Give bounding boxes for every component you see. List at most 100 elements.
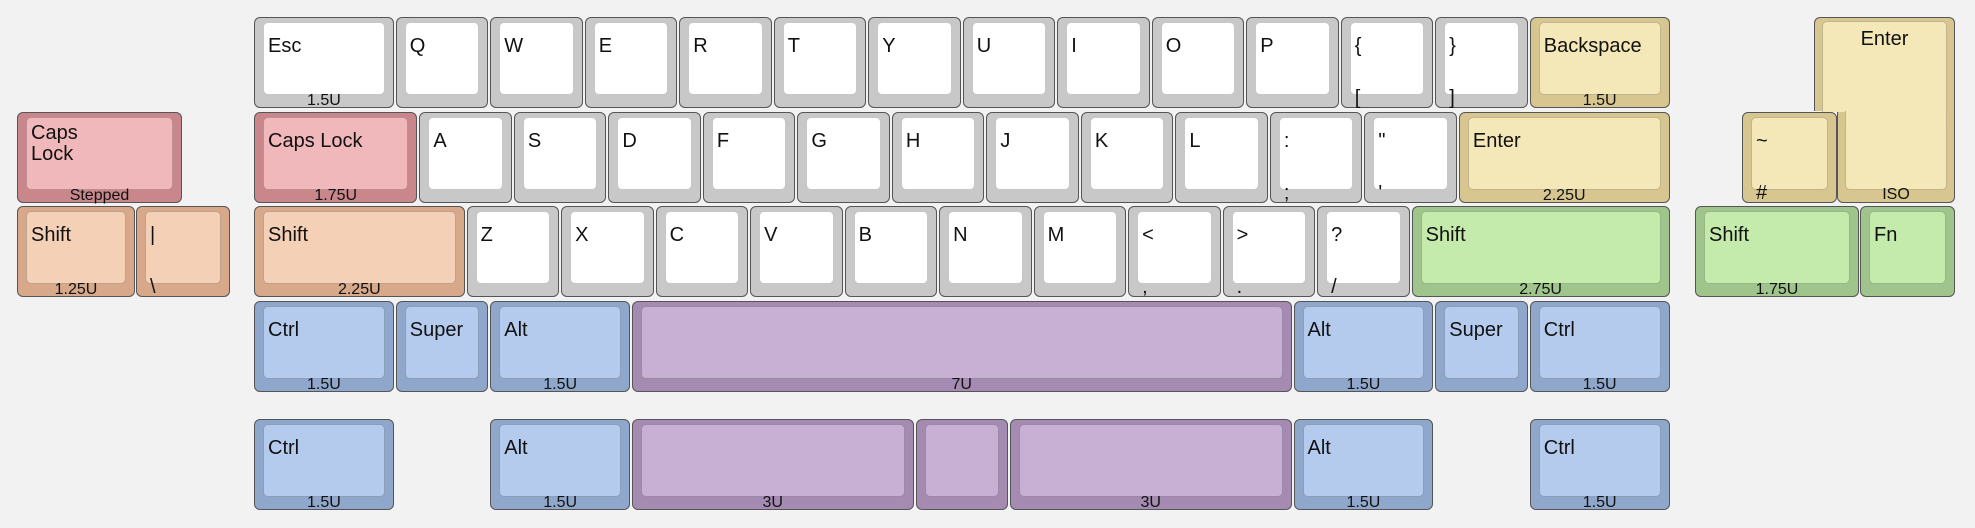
keycap-top <box>1349 22 1425 95</box>
key-label-secondary: / <box>1331 276 1337 298</box>
key-size-legend: 2.25U <box>337 281 381 298</box>
key-y[interactable]: Y <box>868 17 961 108</box>
key-symbol[interactable]: <, <box>1128 206 1221 297</box>
key-size-legend: 1.75U <box>314 186 358 204</box>
key-symbol[interactable]: :; <box>1269 111 1363 203</box>
key-label: Alt <box>1307 318 1331 341</box>
keycap-top <box>1255 22 1330 95</box>
key-symbol[interactable]: }] <box>1435 17 1528 108</box>
key-n[interactable]: N <box>939 206 1032 297</box>
keycap-top <box>1704 211 1850 284</box>
key-v[interactable]: V <box>750 206 843 297</box>
key-label: Super <box>1449 318 1503 341</box>
key-spacebar[interactable]: 7U <box>632 300 1292 393</box>
key-j[interactable]: J <box>986 111 1079 203</box>
key-size-legend: 7U <box>951 375 972 393</box>
key-m[interactable]: M <box>1033 206 1127 297</box>
key-alt[interactable]: Alt 1.5U <box>1293 300 1434 393</box>
key-symbol[interactable]: " ' <box>1364 111 1457 203</box>
key-backspace[interactable]: Backspace 1.5U <box>1529 17 1670 109</box>
key-symbol[interactable]: {[ <box>1340 17 1434 108</box>
keycap-top <box>664 211 740 284</box>
keycap-top <box>404 305 480 379</box>
key-shift[interactable]: Shift 1.25U <box>17 206 135 298</box>
key-label: N <box>953 224 968 246</box>
keycap-top <box>617 116 692 190</box>
key-label: J <box>1000 129 1011 152</box>
key-spacebar[interactable] <box>915 419 1008 510</box>
keycap-top <box>404 22 480 95</box>
key-symbol[interactable]: >. <box>1222 206 1316 297</box>
key-label: Fn <box>1874 224 1898 246</box>
key-ctrl[interactable]: Ctrl 1.5U <box>1529 419 1670 511</box>
key-label: < <box>1142 224 1154 246</box>
key-t[interactable]: T <box>773 17 867 108</box>
key-alt[interactable]: Alt 1.5U <box>490 419 630 511</box>
keycap-top <box>641 305 1283 379</box>
keycap-top <box>593 22 669 95</box>
key-super[interactable]: Super <box>395 300 489 392</box>
key-super[interactable]: Super <box>1435 300 1528 392</box>
key-c[interactable]: C <box>655 206 749 297</box>
key-fn[interactable]: Fn <box>1860 206 1955 297</box>
key-size-legend: 1.5U <box>1582 92 1617 109</box>
key-label: Alt <box>504 437 528 459</box>
key-u[interactable]: U <box>962 17 1056 108</box>
key-alt[interactable]: Alt 1.5U <box>490 300 630 393</box>
key-e[interactable]: E <box>584 17 678 108</box>
key-caps-lock[interactable]: Caps Lock Stepped <box>17 111 182 204</box>
key-a[interactable]: A <box>419 111 512 203</box>
keycap-top <box>806 116 881 190</box>
key-l[interactable]: L <box>1175 111 1268 203</box>
keycap-top <box>1373 116 1448 190</box>
key-w[interactable]: W <box>490 17 583 108</box>
key-caps-lock[interactable]: Caps Lock 1.75U <box>254 111 418 204</box>
key-q[interactable]: Q <box>395 17 489 108</box>
key-enter[interactable]: Enter 2.25U <box>1458 111 1670 204</box>
key-esc[interactable]: Esc 1.5U <box>254 17 394 109</box>
key-label-secondary: , <box>1142 276 1148 298</box>
key-label: E <box>598 35 613 57</box>
key-i[interactable]: I <box>1057 17 1150 108</box>
key-h[interactable]: H <box>891 111 985 203</box>
key-ctrl[interactable]: Ctrl 1.5U <box>1529 300 1670 393</box>
keycap-top <box>1160 22 1236 95</box>
key-label: Y <box>882 35 896 57</box>
key-ctrl[interactable]: Ctrl 1.5U <box>254 419 394 511</box>
key-symbol[interactable]: | \ <box>136 206 230 297</box>
key-shift[interactable]: Shift 1.75U <box>1695 206 1859 298</box>
key-size-legend: 1.5U <box>543 375 578 393</box>
key-d[interactable]: D <box>608 111 701 203</box>
key-p[interactable]: P <box>1246 17 1339 108</box>
key-b[interactable]: B <box>844 206 938 297</box>
keycap-top <box>641 424 905 497</box>
key-spacebar[interactable]: 3U <box>632 419 914 511</box>
keycap-top <box>499 424 621 497</box>
key-alt[interactable]: Alt 1.5U <box>1293 419 1434 511</box>
key-s[interactable]: S <box>513 111 607 203</box>
key-r[interactable]: R <box>679 17 772 108</box>
key-f[interactable]: F <box>702 111 796 203</box>
key-label: Backspace <box>1543 35 1642 57</box>
key-label: Alt <box>1307 437 1331 459</box>
key-g[interactable]: G <box>797 111 890 203</box>
key-symbol[interactable]: ? / <box>1317 206 1410 297</box>
key-label: V <box>764 224 778 246</box>
keycap-top <box>877 22 952 95</box>
keyboard-layout-diagram: Esc 1.5U Q W E R T Y U I O P{[}] Backspace 1.5U Caps L… <box>0 0 1975 528</box>
key-label: Q <box>409 35 426 57</box>
key-o[interactable]: O <box>1151 17 1245 108</box>
key-symbol[interactable]: ~ # <box>1742 111 1837 203</box>
key-shift[interactable]: Shift 2.25U <box>254 206 465 298</box>
key-k[interactable]: K <box>1080 111 1174 203</box>
key-label: " <box>1378 129 1386 152</box>
key-label: W <box>504 35 524 57</box>
key-label: K <box>1094 129 1109 152</box>
key-shift[interactable]: Shift 2.75U <box>1411 206 1670 298</box>
key-spacebar[interactable]: 3U <box>1010 419 1292 511</box>
key-z[interactable]: Z <box>466 206 560 297</box>
key-label: } <box>1449 35 1456 57</box>
key-x[interactable]: X <box>561 206 654 297</box>
key-size-legend: 1.5U <box>306 494 341 511</box>
key-ctrl[interactable]: Ctrl 1.5U <box>254 300 394 393</box>
